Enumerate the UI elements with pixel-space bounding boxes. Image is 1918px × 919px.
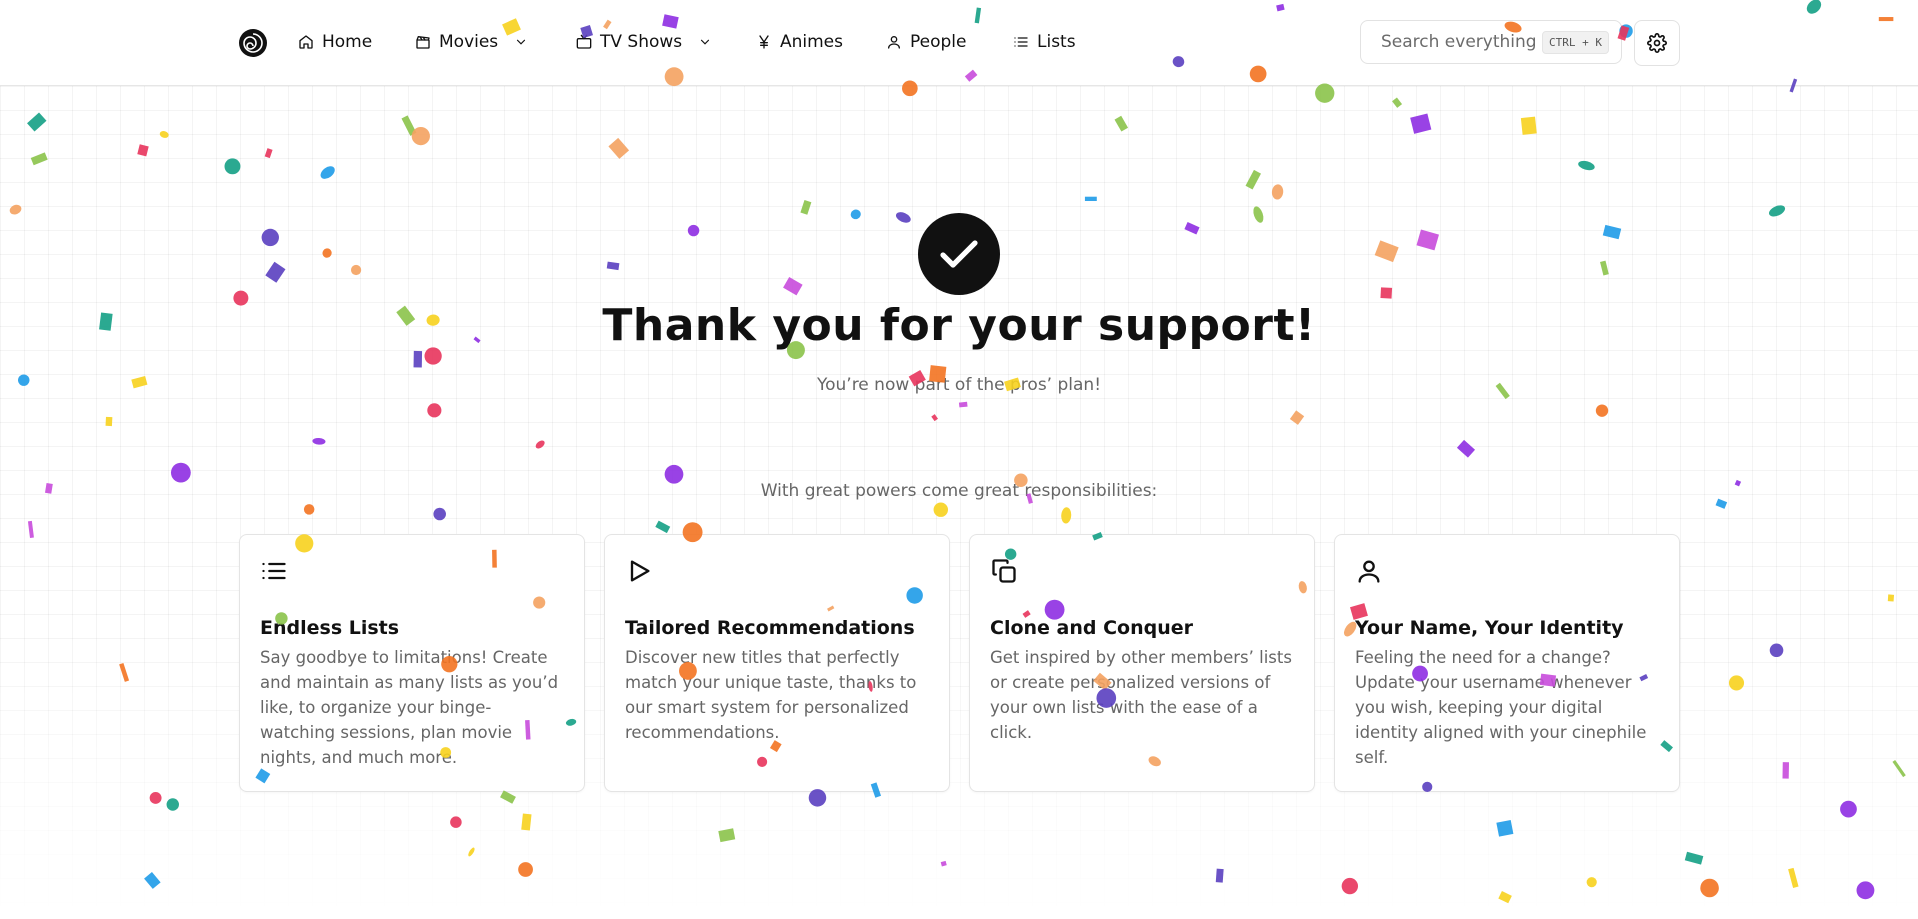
play-icon: [630, 560, 650, 582]
tv-icon: [576, 34, 592, 49]
chevron-down-icon: [517, 39, 526, 45]
feature-title: Endless Lists: [260, 617, 400, 639]
search-shortcut-badge: CTRL + K: [1542, 30, 1609, 54]
user-icon: [1358, 560, 1380, 583]
nav-movies[interactable]: Movies: [415, 29, 528, 55]
grid-background: [0, 86, 1918, 919]
nav-people[interactable]: People: [886, 29, 966, 55]
nav-home-label: Home: [322, 32, 373, 52]
nav-movies-label: Movies: [439, 32, 499, 52]
feature-title: Clone and Conquer: [990, 617, 1194, 639]
home-icon: [299, 35, 313, 49]
list-icon: [1014, 37, 1028, 47]
feature-description: Discover new titles that perfectly match…: [625, 648, 917, 742]
logo-icon[interactable]: [238, 28, 268, 58]
feature-title: Your Name, Your Identity: [1355, 617, 1624, 639]
feature-card-identity: Your Name, Your Identity Feeling the nee…: [1334, 534, 1680, 792]
list-icon: [262, 562, 286, 580]
page-title: Thank you for your support!: [602, 300, 1316, 351]
page-subtitle: You’re now part of the pros’ plan!: [816, 375, 1102, 395]
navbar: Home Movies TV Shows Animes People Lists…: [0, 0, 1918, 86]
success-badge: [918, 213, 1000, 295]
feature-card-endless-lists: Endless Lists Say goodbye to limitations…: [239, 534, 585, 792]
user-icon: [888, 36, 900, 49]
feature-description: Say goodbye to limitations! Create and m…: [260, 648, 559, 767]
nav-home[interactable]: Home: [298, 29, 372, 55]
settings-button[interactable]: [1634, 20, 1680, 66]
feature-card-recommendations: Tailored Recommendations Discover new ti…: [604, 534, 950, 792]
nav-animes-label: Animes: [780, 32, 844, 52]
nav-animes[interactable]: Animes: [756, 29, 843, 55]
copy-icon: [992, 559, 1016, 583]
chevron-down-icon: [701, 39, 710, 45]
gear-icon: [1647, 33, 1667, 53]
feature-description: Feeling the need for a change? Update yo…: [1355, 648, 1647, 767]
checkmark-icon: [940, 240, 978, 268]
search-input[interactable]: Search everything CTRL + K: [1360, 20, 1622, 64]
feature-title: Tailored Recommendations: [625, 617, 915, 639]
nav-lists[interactable]: Lists: [1013, 29, 1076, 55]
nav-tv-shows[interactable]: TV Shows: [576, 29, 712, 55]
nav-people-label: People: [910, 32, 967, 52]
features-tagline: With great powers come great responsibil…: [760, 481, 1158, 501]
search-placeholder: Search everything: [1381, 32, 1537, 52]
feature-card-clone: Clone and Conquer Get inspired by other …: [969, 534, 1315, 792]
yen-icon: [759, 35, 769, 49]
nav-lists-label: Lists: [1037, 32, 1076, 52]
nav-tv-shows-label: TV Shows: [600, 32, 683, 52]
clapperboard-icon: [416, 36, 430, 49]
feature-description: Get inspired by other members’ lists or …: [990, 648, 1292, 742]
